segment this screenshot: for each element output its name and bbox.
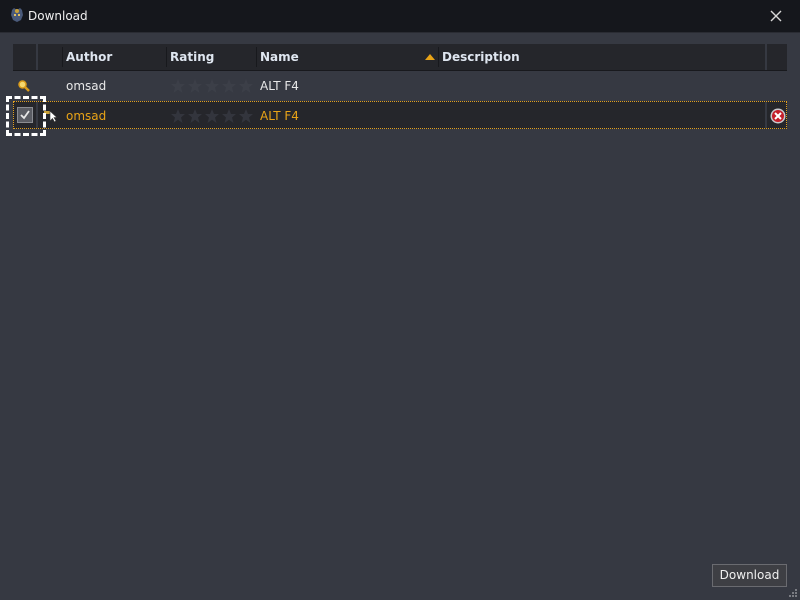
remove-icon[interactable] xyxy=(770,108,786,124)
column-separator xyxy=(438,47,439,67)
app-logo-icon xyxy=(11,8,23,22)
title-bar: Download xyxy=(0,0,800,33)
table-row-selected[interactable]: omsad ALT F4 xyxy=(13,101,787,129)
sort-ascending-icon xyxy=(425,54,435,60)
rating-stars[interactable] xyxy=(170,108,254,124)
star-icon xyxy=(239,109,253,123)
name-cell: ALT F4 xyxy=(260,79,299,93)
star-icon xyxy=(222,109,236,123)
table-row[interactable]: omsad ALT F4 xyxy=(13,72,787,100)
author-cell: omsad xyxy=(66,79,107,93)
rating-stars[interactable] xyxy=(170,78,254,94)
resize-grip-icon[interactable] xyxy=(788,588,798,598)
star-icon xyxy=(239,79,253,93)
name-cell: ALT F4 xyxy=(260,109,299,123)
star-icon xyxy=(205,109,219,123)
star-icon xyxy=(188,79,202,93)
checkmark-icon xyxy=(20,110,30,120)
column-separator xyxy=(256,47,257,67)
download-button[interactable]: Download xyxy=(712,564,787,587)
star-icon xyxy=(205,79,219,93)
column-header-name[interactable]: Name xyxy=(260,44,299,70)
column-separator xyxy=(62,47,63,67)
search-icon xyxy=(18,80,30,92)
column-separator xyxy=(166,47,167,67)
star-icon xyxy=(171,79,185,93)
column-header-description[interactable]: Description xyxy=(442,44,520,70)
cursor-icon xyxy=(44,110,58,123)
column-header-author[interactable]: Author xyxy=(66,44,112,70)
star-icon xyxy=(171,109,185,123)
star-icon xyxy=(188,109,202,123)
column-separator xyxy=(765,44,767,70)
column-header-rating[interactable]: Rating xyxy=(170,44,214,70)
table-header: Author Rating Name Description xyxy=(13,44,787,71)
column-separator xyxy=(765,102,767,128)
window-title: Download xyxy=(28,9,88,23)
star-icon xyxy=(222,79,236,93)
column-separator xyxy=(36,44,38,70)
close-icon[interactable] xyxy=(766,6,786,26)
row-checkbox[interactable] xyxy=(17,107,33,123)
author-cell: omsad xyxy=(66,109,107,123)
